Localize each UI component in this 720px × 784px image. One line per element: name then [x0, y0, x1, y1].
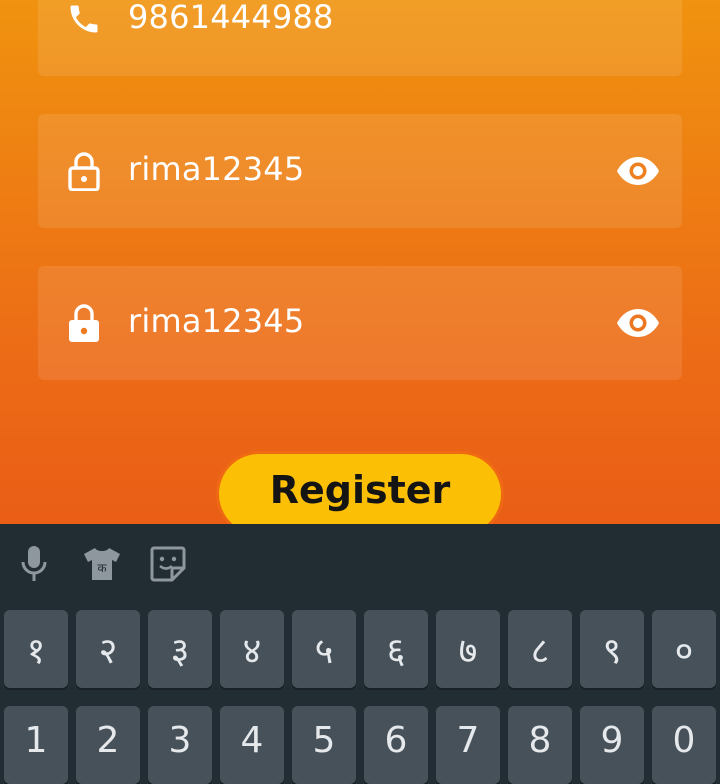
- mic-icon[interactable]: [14, 544, 54, 584]
- tshirt-glyph: क: [97, 561, 107, 575]
- lock-open-icon: [66, 151, 102, 191]
- key[interactable]: 1: [4, 706, 68, 784]
- key[interactable]: 5: [292, 706, 356, 784]
- soft-keyboard: क १ २ ३ ४ ५ ६ ७ ८ ९ ० 1 2 3 4 5 6 7 8 9 …: [0, 524, 720, 784]
- phone-value: 9861444988: [128, 0, 334, 37]
- registration-screen: 9861444988 rima12345 rima12345 Register: [0, 0, 720, 524]
- key[interactable]: ७: [436, 610, 500, 688]
- key[interactable]: ४: [220, 610, 284, 688]
- key[interactable]: ९: [580, 610, 644, 688]
- key[interactable]: ०: [652, 610, 716, 688]
- key[interactable]: 0: [652, 706, 716, 784]
- tshirt-icon[interactable]: क: [82, 544, 122, 584]
- key[interactable]: ५: [292, 610, 356, 688]
- key[interactable]: ६: [364, 610, 428, 688]
- key[interactable]: 6: [364, 706, 428, 784]
- eye-icon[interactable]: [616, 307, 660, 339]
- key[interactable]: ३: [148, 610, 212, 688]
- key[interactable]: १: [4, 610, 68, 688]
- key[interactable]: 3: [148, 706, 212, 784]
- key[interactable]: ८: [508, 610, 572, 688]
- register-button[interactable]: Register: [219, 454, 501, 524]
- sticker-icon[interactable]: [148, 544, 188, 584]
- key[interactable]: 2: [76, 706, 140, 784]
- phone-field[interactable]: 9861444988: [38, 0, 682, 76]
- key[interactable]: 4: [220, 706, 284, 784]
- key[interactable]: २: [76, 610, 140, 688]
- lock-icon: [66, 303, 102, 343]
- phone-icon: [66, 0, 102, 39]
- keyboard-toolbar: क: [0, 524, 720, 604]
- confirm-password-value: rima12345: [128, 302, 305, 341]
- password-field[interactable]: rima12345: [38, 114, 682, 228]
- password-value: rima12345: [128, 150, 305, 189]
- key[interactable]: 8: [508, 706, 572, 784]
- key[interactable]: 9: [580, 706, 644, 784]
- confirm-password-field[interactable]: rima12345: [38, 266, 682, 380]
- eye-icon[interactable]: [616, 155, 660, 187]
- key[interactable]: 7: [436, 706, 500, 784]
